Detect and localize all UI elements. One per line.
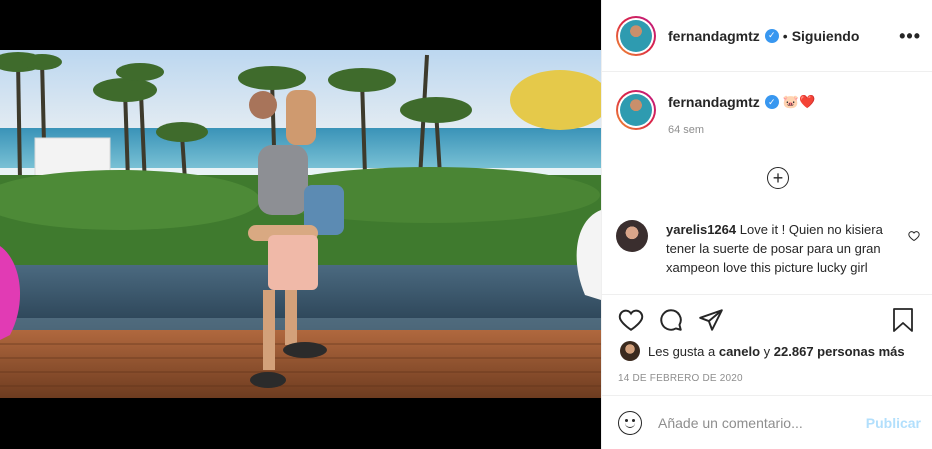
likes-count[interactable]: 22.867 personas más — [774, 344, 905, 359]
likes-connector: y — [763, 343, 771, 359]
separator-dot: • — [782, 27, 788, 44]
post-modal: fernandagmtz ✓ • Siguiendo ••• fernandag… — [0, 0, 932, 449]
comment-like-heart-icon[interactable] — [908, 230, 920, 245]
likes-summary: Les gusta a canelo y 22.867 personas más — [620, 341, 905, 361]
bookmark-icon[interactable] — [891, 307, 915, 338]
publish-button[interactable]: Publicar — [866, 415, 921, 431]
liker-avatar[interactable] — [620, 341, 640, 361]
smiley-icon[interactable] — [618, 410, 642, 435]
post-photo[interactable] — [0, 50, 601, 398]
post-actions — [602, 294, 932, 346]
verified-badge-icon: ✓ — [764, 95, 779, 109]
commenter-avatar[interactable] — [616, 220, 648, 252]
author-username[interactable]: fernandagmtz — [668, 28, 760, 44]
caption-timestamp[interactable]: 64 sem — [668, 124, 815, 136]
caption-text: 🐷❤️ — [782, 94, 816, 109]
comment-input[interactable] — [658, 414, 848, 431]
post-header: fernandagmtz ✓ • Siguiendo ••• — [602, 0, 932, 72]
caption-username[interactable]: fernandagmtz — [668, 94, 760, 110]
post-side-panel: fernandagmtz ✓ • Siguiendo ••• fernandag… — [601, 0, 932, 449]
post-date[interactable]: 14 DE FEBRERO DE 2020 — [618, 373, 743, 384]
caption-block: fernandagmtz ✓ 🐷❤️ 64 sem — [616, 90, 815, 136]
add-comment-bar: Publicar — [602, 395, 932, 449]
post-media — [0, 0, 601, 449]
verified-badge-icon: ✓ — [764, 28, 779, 43]
paper-plane-icon[interactable] — [698, 307, 724, 338]
liker-username[interactable]: canelo — [719, 344, 760, 359]
author-avatar[interactable] — [616, 15, 656, 56]
plus-circle-icon[interactable]: + — [767, 167, 789, 189]
beach-photo-image — [0, 50, 601, 398]
likes-prefix: Les gusta a — [648, 343, 716, 359]
following-button[interactable]: Siguiendo — [792, 28, 860, 44]
caption-avatar[interactable] — [616, 90, 656, 130]
heart-icon[interactable] — [618, 307, 644, 338]
comment-item: yarelis1264 Love it ! Quien no kisiera t… — [616, 220, 920, 277]
comment-icon[interactable] — [658, 307, 684, 338]
comment-username[interactable]: yarelis1264 — [666, 222, 736, 237]
more-options-icon[interactable]: ••• — [899, 26, 921, 47]
